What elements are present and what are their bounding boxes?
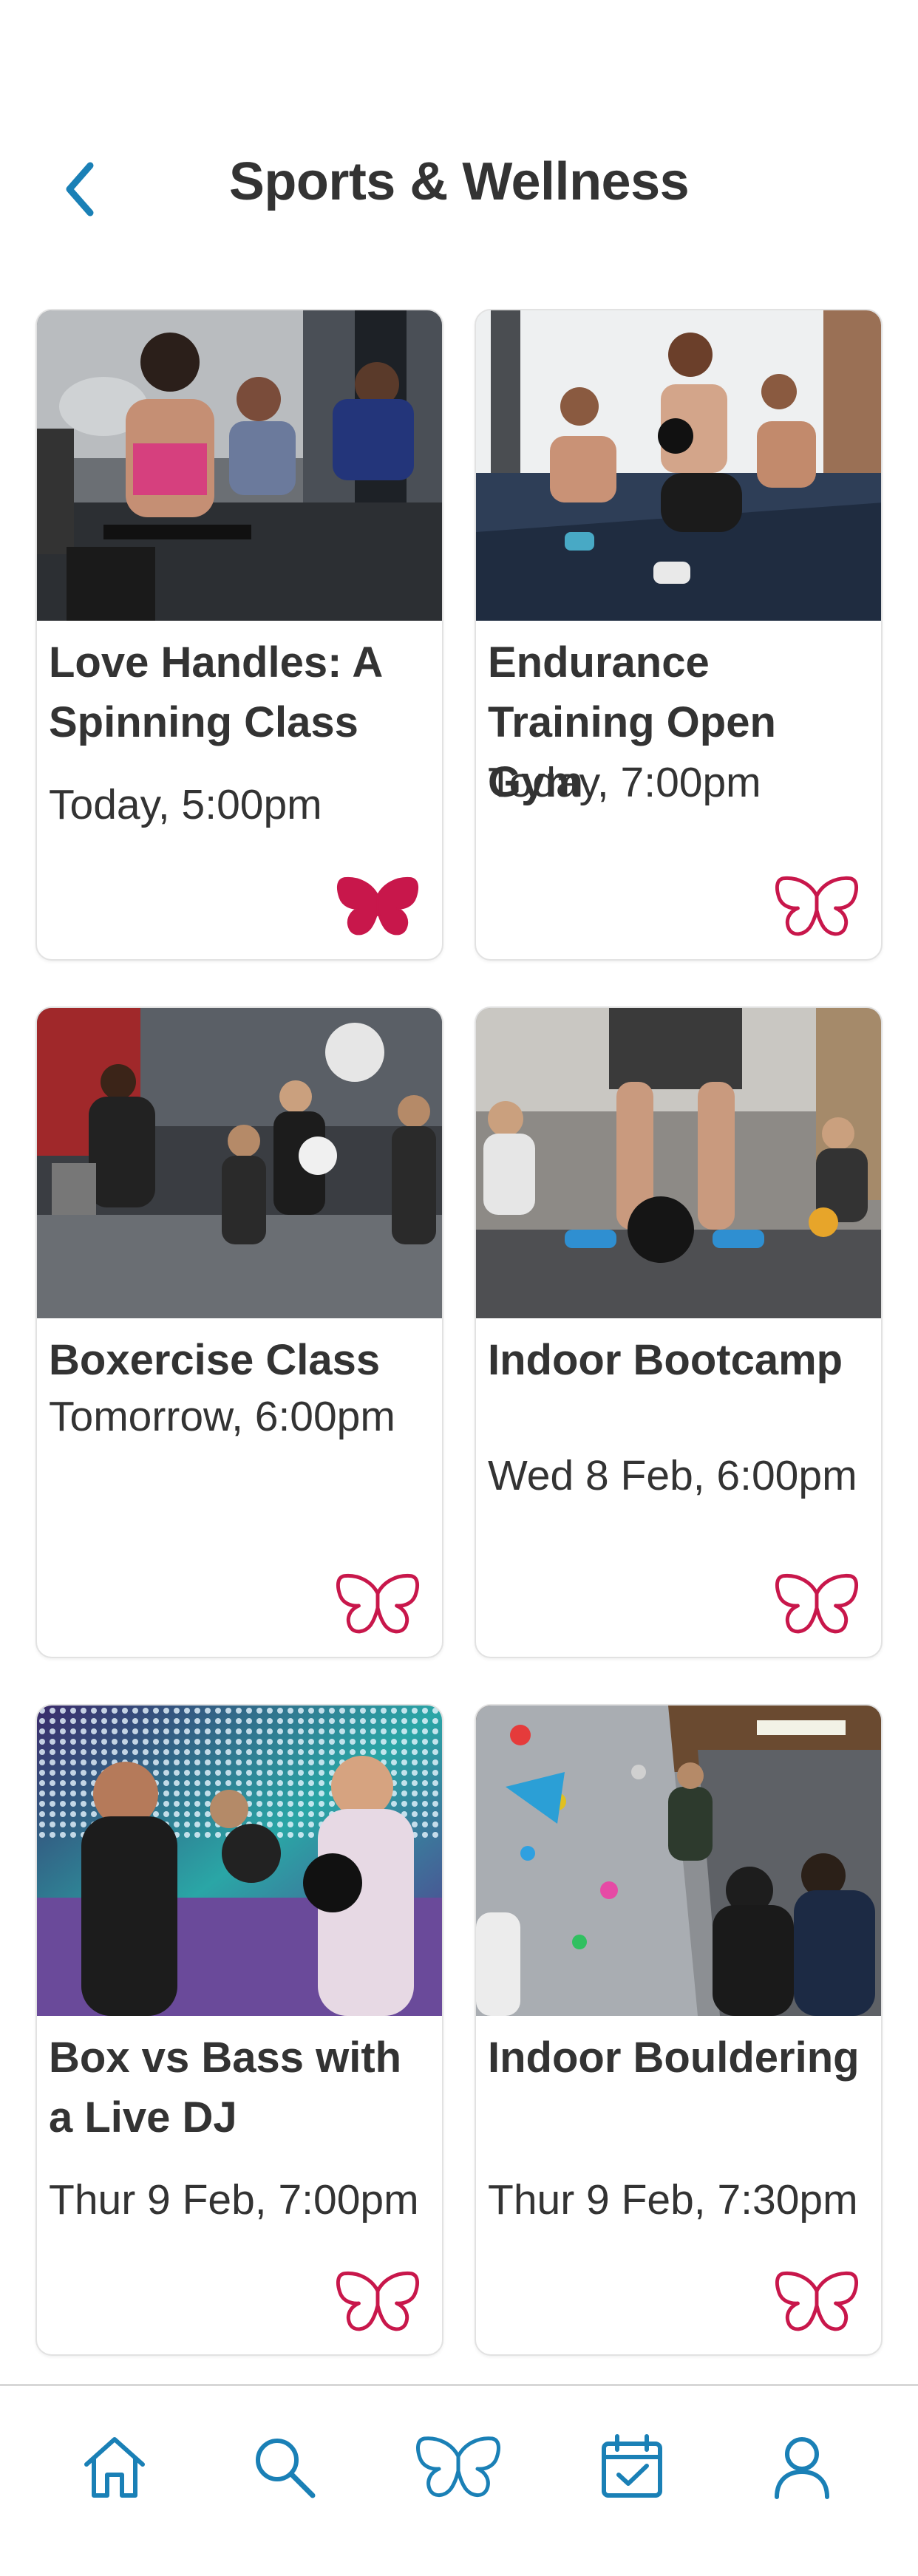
- nav-search[interactable]: [237, 2430, 333, 2526]
- user-icon: [775, 2437, 829, 2499]
- page-title: Sports & Wellness: [228, 152, 690, 211]
- event-image: [476, 1008, 881, 1318]
- event-title: Box vs Bass with a Live DJ: [49, 2034, 402, 2141]
- event-card[interactable]: Endurance Training Open Gym Today, 7:00p…: [475, 309, 883, 961]
- event-title: Love Handles: A Spinning Class: [49, 638, 382, 746]
- bottom-nav: [0, 2384, 918, 2576]
- butterfly-filled-icon: [334, 873, 421, 940]
- nav-profile[interactable]: [754, 2430, 850, 2526]
- nav-home[interactable]: [67, 2430, 163, 2526]
- event-card[interactable]: Love Handles: A Spinning Class Today, 5:…: [35, 309, 443, 961]
- butterfly-outline-icon: [773, 2269, 860, 2335]
- nav-bookings[interactable]: [584, 2430, 680, 2526]
- favorite-toggle[interactable]: [773, 873, 860, 940]
- home-icon: [84, 2437, 145, 2498]
- event-card[interactable]: Box vs Bass with a Live DJ Thur 9 Feb, 7…: [35, 1704, 443, 2356]
- event-datetime: Today, 7:00pm: [488, 759, 761, 806]
- calendar-check-icon: [602, 2434, 662, 2498]
- butterfly-outline-icon: [773, 1571, 860, 1638]
- event-card[interactable]: Indoor Bootcamp Wed 8 Feb, 6:00pm: [475, 1006, 883, 1658]
- event-image: [476, 310, 881, 621]
- favorite-toggle[interactable]: [334, 873, 421, 940]
- favorite-toggle[interactable]: [773, 2269, 860, 2335]
- event-image: [37, 1706, 442, 2016]
- search-icon: [256, 2439, 316, 2498]
- butterfly-outline-icon: [334, 1571, 421, 1638]
- event-datetime: Today, 5:00pm: [49, 781, 322, 828]
- butterfly-icon: [414, 2430, 503, 2504]
- favorite-toggle[interactable]: [334, 2269, 421, 2335]
- header: Sports & Wellness: [0, 0, 918, 281]
- event-datetime: Wed 8 Feb, 6:00pm: [488, 1452, 857, 1499]
- event-image: [476, 1706, 881, 2016]
- event-datetime: Tomorrow, 6:00pm: [49, 1393, 395, 1440]
- event-title: Indoor Bouldering: [488, 2034, 860, 2082]
- event-datetime: Thur 9 Feb, 7:00pm: [49, 2176, 419, 2224]
- butterfly-outline-icon: [334, 2269, 421, 2335]
- nav-favorites[interactable]: [410, 2430, 506, 2526]
- event-image: [37, 310, 442, 621]
- event-datetime: Thur 9 Feb, 7:30pm: [488, 2176, 858, 2224]
- event-card[interactable]: Boxercise Class Tomorrow, 6:00pm: [35, 1006, 443, 1658]
- event-title: Indoor Bootcamp: [488, 1336, 843, 1384]
- butterfly-outline-icon: [773, 873, 860, 940]
- event-image: [37, 1008, 442, 1318]
- event-title: Boxercise Class: [49, 1336, 381, 1384]
- event-card[interactable]: Indoor Bouldering Thur 9 Feb, 7:30pm: [475, 1704, 883, 2356]
- favorite-toggle[interactable]: [773, 1571, 860, 1638]
- favorite-toggle[interactable]: [334, 1571, 421, 1638]
